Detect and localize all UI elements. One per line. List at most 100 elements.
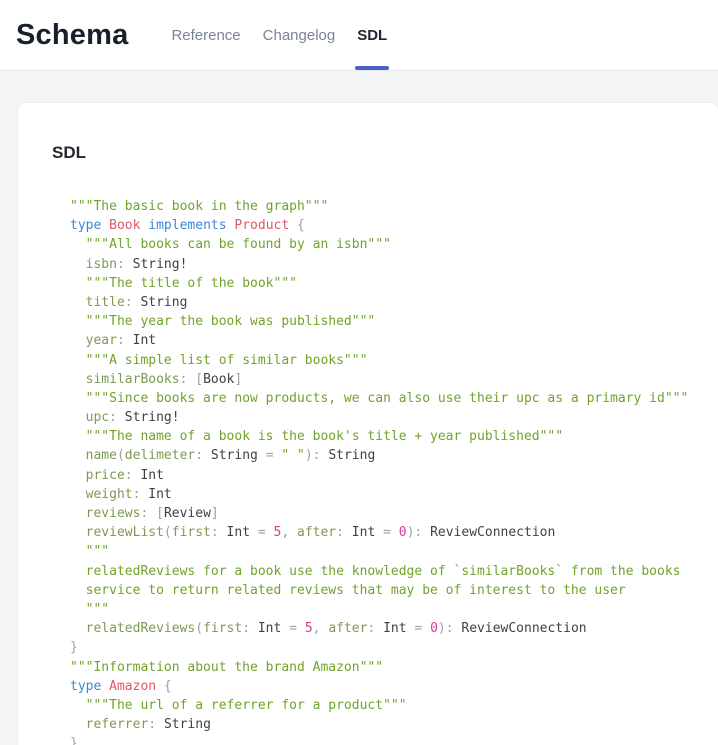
code-token: }	[70, 640, 78, 655]
code-token: Review	[164, 506, 211, 521]
code-token	[70, 602, 86, 617]
code-token: ):	[407, 525, 430, 540]
code-token: """The basic book in the graph"""	[70, 199, 328, 214]
code-token: delimeter	[125, 448, 195, 463]
tab-changelog-label: Changelog	[263, 27, 336, 44]
code-token: }	[70, 736, 78, 745]
code-line: }	[70, 734, 694, 745]
code-token: :	[117, 333, 133, 348]
code-token: after	[297, 525, 336, 540]
code-token	[70, 314, 86, 329]
code-token: :	[125, 468, 141, 483]
code-line: """Since books are now products, we can …	[70, 389, 694, 408]
code-token: """	[86, 602, 109, 617]
code-token: Int	[148, 487, 171, 502]
code-line: name(delimeter: String = " "): String	[70, 446, 694, 465]
code-token	[70, 276, 86, 291]
code-token: : [	[180, 372, 203, 387]
code-token: """The title of the book"""	[86, 276, 297, 291]
code-token: ):	[305, 448, 328, 463]
code-token: Int	[227, 525, 250, 540]
code-token: (	[195, 621, 203, 636]
code-token: """Since books are now products, we can …	[86, 391, 689, 406]
code-line: """The url of a referrer for a product""…	[70, 696, 694, 715]
code-token: """The name of a book is the book's titl…	[86, 429, 563, 444]
code-line: year: Int	[70, 331, 694, 350]
sdl-heading: SDL	[52, 143, 694, 163]
code-token: ReviewConnection	[461, 621, 586, 636]
code-token: Product	[234, 218, 289, 233]
code-token: " "	[281, 448, 304, 463]
main-content: SDL """The basic book in the graph""" typ…	[0, 71, 718, 745]
code-token: Int	[258, 621, 281, 636]
code-token: Int	[383, 621, 406, 636]
tab-sdl[interactable]: SDL	[346, 0, 398, 70]
tab-reference[interactable]: Reference	[160, 0, 251, 70]
code-line: """The name of a book is the book's titl…	[70, 427, 694, 446]
code-line: type Book implements Product {	[70, 216, 694, 235]
code-token: type	[70, 218, 109, 233]
code-token: """	[86, 544, 109, 559]
active-tab-indicator	[355, 66, 389, 70]
code-line: """	[70, 600, 694, 619]
code-token	[70, 237, 86, 252]
code-token	[70, 698, 86, 713]
code-line: """A simple list of similar books"""	[70, 351, 694, 370]
code-token	[70, 583, 86, 598]
code-token: upc	[70, 410, 109, 425]
code-token: 0	[430, 621, 438, 636]
code-token: year	[70, 333, 117, 348]
code-token: =	[250, 525, 273, 540]
code-token: reviews	[70, 506, 140, 521]
code-token: relatedReviews for a book use the knowle…	[86, 564, 681, 579]
tab-changelog[interactable]: Changelog	[252, 0, 347, 70]
page-title: Schema	[16, 19, 128, 52]
code-token: name	[70, 448, 117, 463]
code-token: :	[117, 257, 133, 272]
code-line: service to return related reviews that m…	[70, 581, 694, 600]
code-token: :	[133, 487, 149, 502]
code-token	[70, 544, 86, 559]
code-line: type Amazon {	[70, 677, 694, 696]
code-line: referrer: String	[70, 715, 694, 734]
code-token: Int	[140, 468, 163, 483]
code-line: """All books can be found by an isbn"""	[70, 235, 694, 254]
code-token: after	[328, 621, 367, 636]
code-token: ,	[313, 621, 329, 636]
code-line: reviewList(first: Int = 5, after: Int = …	[70, 523, 694, 542]
code-token: isbn	[70, 257, 117, 272]
code-token: String	[211, 448, 258, 463]
code-token: 5	[305, 621, 313, 636]
code-token: :	[195, 448, 211, 463]
code-token: implements	[148, 218, 226, 233]
code-token: type	[70, 679, 109, 694]
code-token: ReviewConnection	[430, 525, 555, 540]
code-token: """The url of a referrer for a product""…	[86, 698, 407, 713]
code-token: title	[70, 295, 125, 310]
code-line: similarBooks: [Book]	[70, 370, 694, 389]
code-line: """The basic book in the graph"""	[70, 197, 694, 216]
tab-reference-label: Reference	[171, 27, 240, 44]
code-line: """The year the book was published"""	[70, 312, 694, 331]
code-token: :	[211, 525, 227, 540]
code-token	[70, 391, 86, 406]
code-token: =	[407, 621, 430, 636]
code-line: relatedReviews(first: Int = 5, after: In…	[70, 619, 694, 638]
code-token: :	[336, 525, 352, 540]
tab-bar: Reference Changelog SDL	[160, 0, 398, 70]
code-line: weight: Int	[70, 485, 694, 504]
code-token: relatedReviews	[70, 621, 195, 636]
code-token: Book	[109, 218, 140, 233]
code-line: """Information about the brand Amazon"""	[70, 658, 694, 677]
code-line: price: Int	[70, 466, 694, 485]
code-token: first	[203, 621, 242, 636]
code-token: =	[375, 525, 398, 540]
code-token: :	[148, 717, 164, 732]
code-line: """The title of the book"""	[70, 274, 694, 293]
code-token: Amazon	[109, 679, 156, 694]
code-token: Int	[352, 525, 375, 540]
code-token: :	[109, 410, 125, 425]
code-token: service to return related reviews that m…	[86, 583, 626, 598]
code-token	[70, 353, 86, 368]
code-token: (	[117, 448, 125, 463]
